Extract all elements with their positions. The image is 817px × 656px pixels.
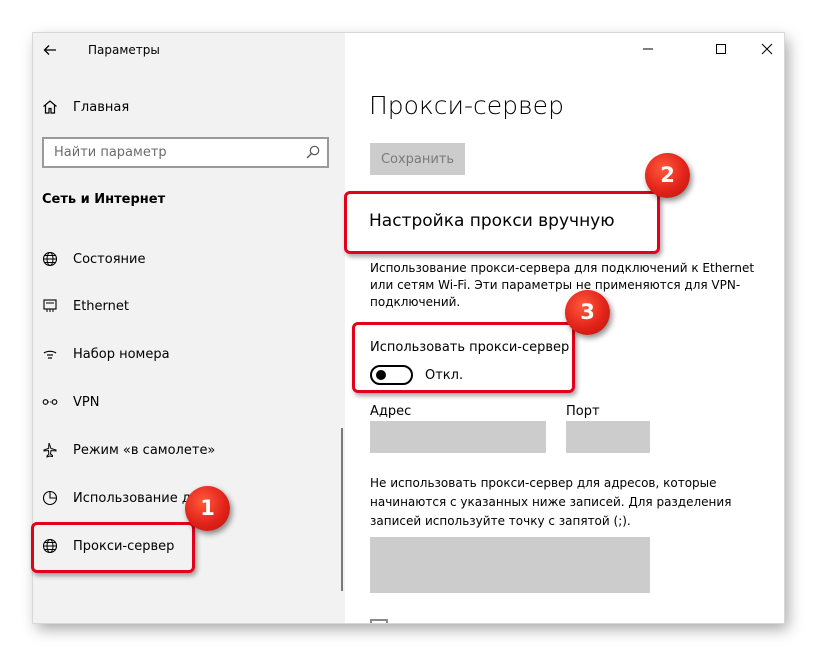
- sidebar-item-label: Набор номера: [73, 346, 170, 362]
- highlight-manual-heading: [344, 191, 660, 254]
- sidebar-item-label: Ethernet: [73, 298, 129, 314]
- bypass-local-checkbox[interactable]: [370, 619, 388, 623]
- maximize-icon[interactable]: [711, 41, 731, 57]
- highlight-proxy-nav: [31, 522, 195, 573]
- home-icon: [41, 98, 59, 116]
- step-badge-1: 1: [185, 486, 230, 531]
- sidebar-item-status[interactable]: Состояние: [41, 247, 145, 271]
- data-usage-icon: [41, 489, 59, 507]
- sidebar-item-label: VPN: [73, 394, 100, 410]
- search-box[interactable]: [42, 137, 329, 168]
- exceptions-description: Не использовать прокси-сервер для адресо…: [370, 476, 732, 528]
- sidebar-scrollbar[interactable]: [341, 428, 343, 591]
- address-input[interactable]: [370, 421, 546, 453]
- sidebar-item-airplane[interactable]: Режим «в самолете»: [41, 438, 215, 462]
- app-title: Параметры: [88, 43, 160, 57]
- sidebar-item-ethernet[interactable]: Ethernet: [41, 294, 129, 318]
- section-title: Сеть и Интернет: [42, 192, 166, 207]
- sidebar-item-vpn[interactable]: VPN: [41, 390, 99, 414]
- sidebar-item-label: Использование д: [73, 490, 191, 506]
- minimize-icon[interactable]: [638, 41, 658, 57]
- address-label: Адрес: [370, 404, 412, 419]
- sidebar-item-data-usage[interactable]: Использование д: [41, 486, 191, 510]
- back-arrow-icon[interactable]: [41, 41, 59, 59]
- dialup-icon: [41, 345, 59, 363]
- port-input[interactable]: [566, 421, 650, 453]
- sidebar-item-home[interactable]: Главная: [41, 96, 129, 118]
- close-icon[interactable]: [757, 41, 777, 57]
- search-icon[interactable]: [305, 144, 321, 160]
- vpn-icon: [41, 393, 59, 411]
- highlight-use-proxy: [352, 322, 575, 393]
- ethernet-icon: [41, 297, 59, 315]
- port-label: Порт: [566, 404, 600, 419]
- sidebar-item-label: Главная: [73, 99, 130, 115]
- step-badge-2: 2: [645, 153, 690, 198]
- globe-status-icon: [41, 250, 59, 268]
- search-input[interactable]: [44, 139, 294, 166]
- sidebar-item-label: Состояние: [73, 251, 146, 267]
- screenshot-frame: Параметры Главная Сеть и Интернет Состоя…: [0, 0, 817, 656]
- sidebar-item-dialup[interactable]: Набор номера: [41, 342, 170, 366]
- sidebar-item-label: Режим «в самолете»: [73, 442, 216, 458]
- airplane-icon: [41, 441, 59, 459]
- step-badge-3: 3: [565, 290, 610, 335]
- page-title: Прокси-сервер: [369, 91, 564, 120]
- save-button[interactable]: Сохранить: [370, 143, 465, 175]
- exceptions-input[interactable]: [370, 537, 650, 593]
